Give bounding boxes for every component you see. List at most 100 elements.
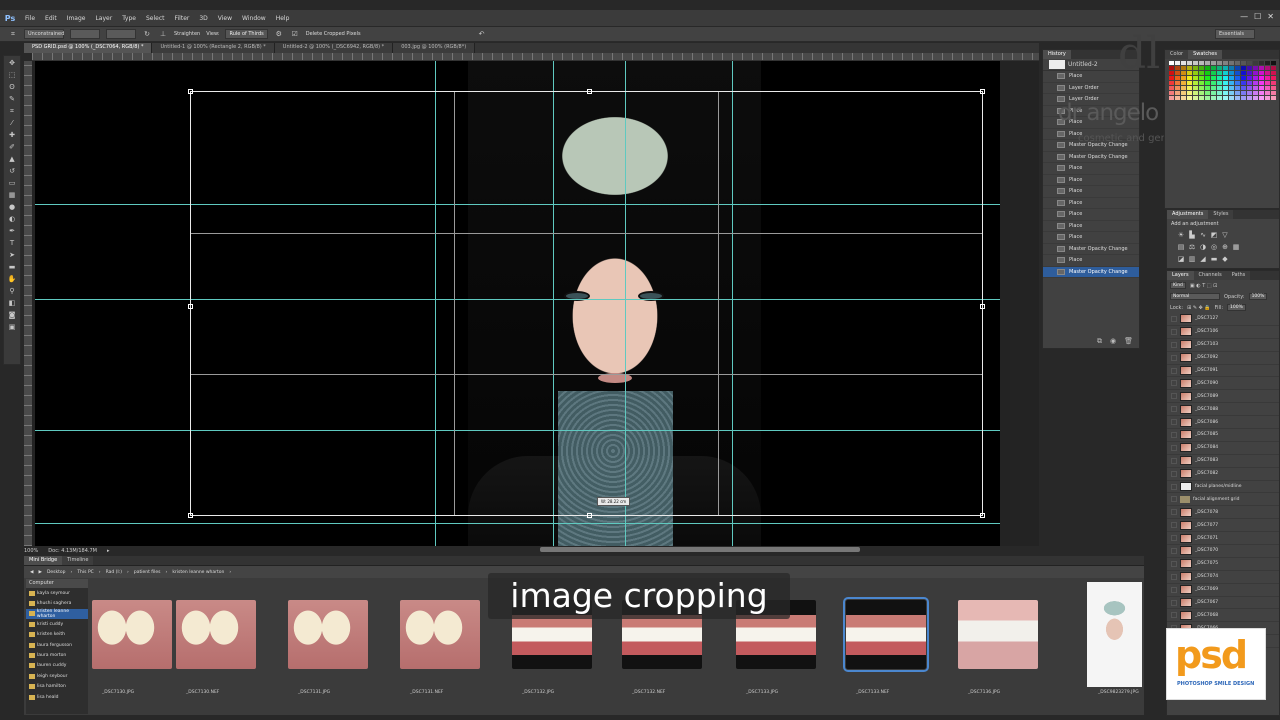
lasso-tool-icon[interactable]: ʘ [7, 83, 17, 92]
color-swatch[interactable] [1211, 76, 1216, 80]
color-swatch[interactable] [1247, 81, 1252, 85]
layer-row[interactable]: _DSC7083 [1167, 455, 1279, 468]
color-swatch[interactable] [1169, 81, 1174, 85]
layer-row[interactable]: _DSC7075 [1167, 558, 1279, 571]
menu-3d[interactable]: 3D [194, 15, 212, 22]
opacity-field[interactable]: 100% [1248, 293, 1268, 300]
visibility-toggle[interactable] [1171, 496, 1177, 503]
healing-icon[interactable]: ✚ [7, 131, 17, 140]
color-swatch[interactable] [1181, 81, 1186, 85]
color-swatch[interactable] [1229, 71, 1234, 75]
history-item[interactable]: Master Opacity Change [1043, 266, 1139, 278]
breadcrumb-patient[interactable]: kristen leanne wharton [172, 570, 224, 575]
menu-window[interactable]: Window [237, 15, 271, 22]
color-swatch[interactable] [1211, 81, 1216, 85]
menu-image[interactable]: Image [62, 15, 91, 22]
layer-row[interactable]: _DSC7088 [1167, 403, 1279, 417]
folder-item[interactable]: kayla seymour [26, 588, 88, 598]
color-swatch[interactable] [1271, 66, 1276, 70]
status-arrow-icon[interactable]: ▸ [107, 548, 110, 554]
swatch-grid[interactable] [1169, 61, 1276, 100]
selective-color-icon[interactable]: ◆ [1221, 255, 1229, 263]
ratio-select[interactable]: Unconstrained [24, 29, 64, 39]
color-swatch[interactable] [1229, 66, 1234, 70]
color-swatch[interactable] [1217, 86, 1222, 90]
color-swatch[interactable] [1223, 91, 1228, 95]
new-document-icon[interactable]: ⧉ [1097, 337, 1102, 346]
straighten-label[interactable]: Straighten [174, 31, 200, 37]
color-swatch[interactable] [1193, 96, 1198, 100]
settings-gear-icon[interactable]: ⚙ [274, 30, 284, 39]
color-swatch[interactable] [1235, 66, 1240, 70]
color-swatch[interactable] [1193, 86, 1198, 90]
top-ruler[interactable] [32, 53, 1039, 61]
color-swatch[interactable] [1253, 96, 1258, 100]
hue-saturation-icon[interactable]: ▤ [1177, 243, 1185, 251]
history-item[interactable]: Place [1043, 163, 1139, 175]
visibility-toggle[interactable] [1171, 354, 1177, 361]
layer-row[interactable]: _DSC7091 [1167, 365, 1279, 378]
breadcrumb-patient-files[interactable]: patient files [134, 570, 161, 575]
color-swatch[interactable] [1235, 61, 1240, 65]
layer-row[interactable]: _DSC7127 [1167, 313, 1279, 326]
color-swatch[interactable] [1211, 86, 1216, 90]
layer-row[interactable]: _DSC7068 [1167, 609, 1279, 623]
color-swatch[interactable] [1241, 81, 1246, 85]
color-swatch[interactable] [1253, 66, 1258, 70]
color-swatch[interactable] [1217, 71, 1222, 75]
pen-icon[interactable]: ✒ [7, 227, 17, 236]
color-swatch[interactable] [1205, 81, 1210, 85]
menu-view[interactable]: View [213, 15, 237, 22]
color-swatch[interactable] [1247, 86, 1252, 90]
color-swatch[interactable] [1181, 71, 1186, 75]
color-swatch[interactable] [1253, 76, 1258, 80]
posterize-icon[interactable]: ▥ [1188, 255, 1196, 263]
color-swatch[interactable] [1265, 81, 1270, 85]
folder-item[interactable]: kristen keith [26, 630, 88, 640]
color-swatch[interactable] [1187, 61, 1192, 65]
layer-row[interactable]: _DSC7078 [1167, 506, 1279, 520]
color-swatch[interactable] [1241, 91, 1246, 95]
color-swatch[interactable] [1175, 66, 1180, 70]
height-field[interactable] [106, 29, 136, 39]
layer-row[interactable]: facial alignment grid [1167, 493, 1279, 507]
crop-handle[interactable] [188, 513, 193, 518]
color-swatch[interactable] [1247, 61, 1252, 65]
gradient-icon[interactable]: ▦ [7, 191, 17, 200]
color-swatch[interactable] [1223, 71, 1228, 75]
layer-row[interactable]: _DSC7084 [1167, 442, 1279, 455]
filter-icons[interactable]: ▣ ◐ T ⬚ ⊡ [1190, 283, 1217, 289]
folder-item[interactable]: laura fergusson [26, 640, 88, 650]
vibrance-icon[interactable]: ▽ [1221, 231, 1229, 239]
color-swatch[interactable] [1241, 76, 1246, 80]
tab-timeline[interactable]: Timeline [62, 556, 94, 565]
eraser-icon[interactable]: ▭ [7, 179, 17, 188]
color-swatch[interactable] [1175, 96, 1180, 100]
camera-icon[interactable]: ◉ [1110, 337, 1116, 346]
layer-row[interactable]: _DSC7067 [1167, 597, 1279, 610]
color-swatch[interactable] [1265, 66, 1270, 70]
color-swatch[interactable] [1205, 91, 1210, 95]
color-swatch[interactable] [1271, 81, 1276, 85]
color-swatch[interactable] [1175, 76, 1180, 80]
zoom-tool-icon[interactable]: ⚲ [7, 287, 17, 296]
color-swatch[interactable] [1235, 71, 1240, 75]
history-item[interactable]: Place [1043, 209, 1139, 221]
history-item[interactable]: Master Opacity Change [1043, 244, 1139, 255]
tab-untitled-1[interactable]: Untitled-1 @ 100% (Rectangle 2, RGB/8) * [152, 43, 275, 53]
visibility-toggle[interactable] [1171, 599, 1177, 606]
color-swatch[interactable] [1235, 81, 1240, 85]
crop-handle[interactable] [980, 89, 985, 94]
color-swatch[interactable] [1187, 76, 1192, 80]
menu-edit[interactable]: Edit [40, 15, 62, 22]
gradient-map-icon[interactable]: ▬ [1210, 255, 1218, 263]
shape-tool-icon[interactable]: ▬ [7, 263, 17, 272]
color-swatch[interactable] [1205, 66, 1210, 70]
delete-cropped-pixels[interactable]: Delete Cropped Pixels [306, 31, 361, 37]
crop-icon[interactable]: ⌗ [7, 107, 17, 116]
overlay-select[interactable]: Rule of Thirds [225, 29, 268, 39]
history-brush-icon[interactable]: ↺ [7, 167, 17, 176]
color-swatch[interactable] [1217, 91, 1222, 95]
color-swatch[interactable] [1187, 91, 1192, 95]
menu-file[interactable]: File [20, 15, 40, 22]
